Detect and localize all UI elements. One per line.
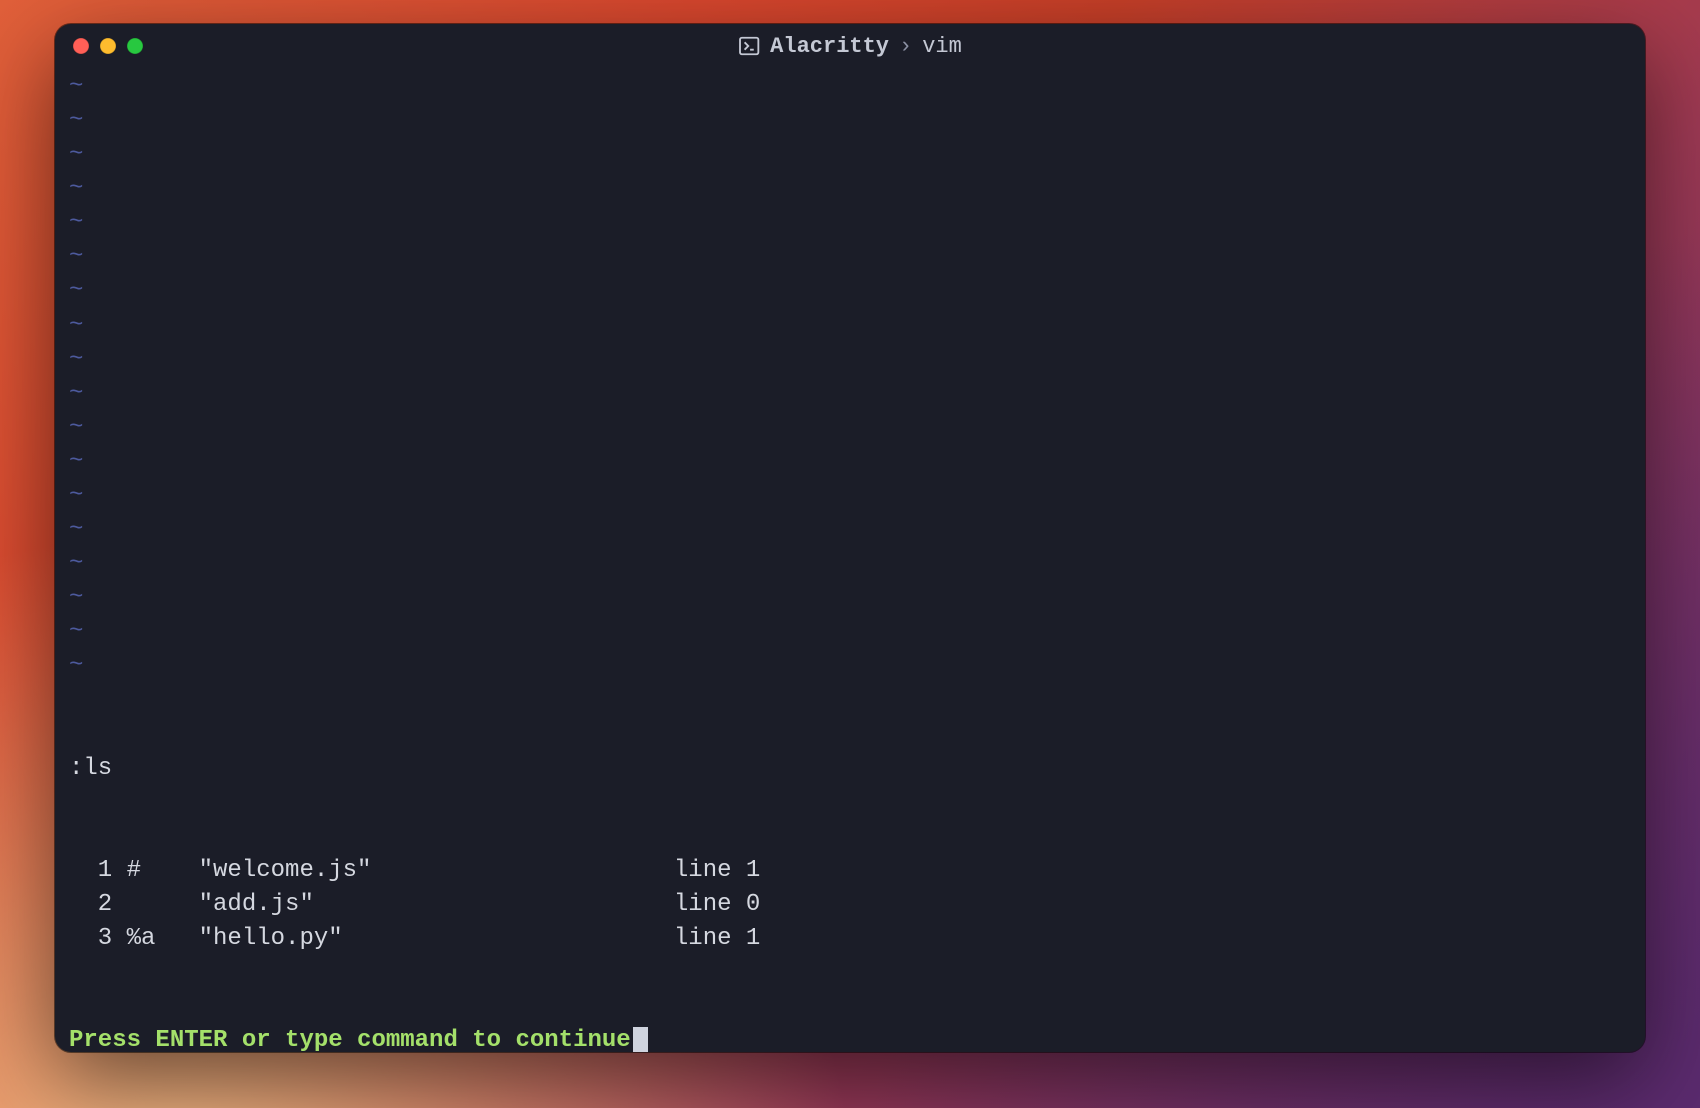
window-title-bar[interactable]: Alacritty › vim (55, 24, 1645, 68)
vim-tilde-line: ~ (69, 240, 1631, 274)
vim-tilde-line: ~ (69, 581, 1631, 615)
vim-tilde-line: ~ (69, 445, 1631, 479)
vim-tilde-line: ~ (69, 411, 1631, 445)
terminal-icon (738, 35, 760, 57)
vim-tilde-line: ~ (69, 377, 1631, 411)
window-controls (73, 38, 143, 54)
vim-tilde-line: ~ (69, 649, 1631, 683)
vim-tilde-line: ~ (69, 274, 1631, 308)
window-title: Alacritty › vim (738, 34, 962, 59)
vim-tilde-line: ~ (69, 479, 1631, 513)
desktop-wallpaper: Alacritty › vim ~~~~~~~~~~~~~~~~~~ :ls 1… (0, 0, 1700, 1108)
close-button[interactable] (73, 38, 89, 54)
vim-tilde-line: ~ (69, 547, 1631, 581)
vim-tilde-line: ~ (69, 309, 1631, 343)
vim-tilde-line: ~ (69, 513, 1631, 547)
vim-tilde-line: ~ (69, 343, 1631, 377)
vim-tilde-line: ~ (69, 206, 1631, 240)
command-echo: :ls (69, 752, 1631, 786)
buffer-row: 2 "add.js" line 0 (69, 888, 1631, 922)
buffer-row: 3 %a "hello.py" line 1 (69, 922, 1631, 956)
buffer-list: 1 # "welcome.js" line 1 2 "add.js" line … (69, 854, 1631, 956)
vim-tilde-line: ~ (69, 615, 1631, 649)
minimize-button[interactable] (100, 38, 116, 54)
vim-tilde-line: ~ (69, 172, 1631, 206)
terminal-viewport[interactable]: ~~~~~~~~~~~~~~~~~~ :ls 1 # "welcome.js" … (55, 68, 1645, 1052)
terminal-window[interactable]: Alacritty › vim ~~~~~~~~~~~~~~~~~~ :ls 1… (55, 24, 1645, 1052)
ls-output: :ls 1 # "welcome.js" line 1 2 "add.js" l… (69, 683, 1631, 1024)
zoom-button[interactable] (127, 38, 143, 54)
title-separator: › (899, 34, 912, 59)
vim-tilde-line: ~ (69, 104, 1631, 138)
continue-prompt-text: Press ENTER or type command to continue (69, 1024, 631, 1052)
buffer-row: 1 # "welcome.js" line 1 (69, 854, 1631, 888)
process-name: vim (922, 34, 962, 59)
vim-tilde-line: ~ (69, 70, 1631, 104)
continue-prompt[interactable]: Press ENTER or type command to continue (69, 1024, 1631, 1052)
app-name: Alacritty (770, 34, 889, 59)
cursor (633, 1027, 648, 1052)
vim-tilde-line: ~ (69, 138, 1631, 172)
vim-empty-lines: ~~~~~~~~~~~~~~~~~~ (69, 70, 1631, 683)
